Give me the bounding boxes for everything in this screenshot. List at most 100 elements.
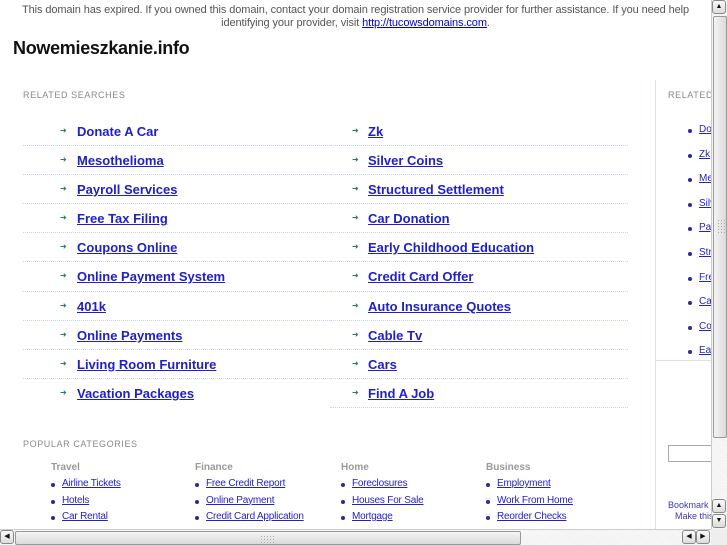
scroll-left-button-right[interactable]: ◀ [682,530,696,544]
scroll-down-button[interactable]: ▼ [712,514,726,528]
category-link[interactable]: Foreclosures [352,478,408,489]
related-search-link[interactable]: Coupons Online [77,240,177,255]
bullet-icon [688,178,692,183]
arrow-icon: ➜ [352,242,359,252]
bookmark-link[interactable]: Bookmark [668,499,709,511]
sidebar-link[interactable]: Mesothelioma [699,173,711,184]
tucows-link[interactable]: http://tucowsdomains.com [362,17,487,29]
related-search-link[interactable]: Vacation Packages [77,386,194,401]
bullet-icon [688,276,692,281]
arrow-icon: ➜ [60,155,67,165]
sidebar-link[interactable]: Coupons Online [699,321,711,332]
related-search-item: ➜ Cars [330,350,628,379]
related-search-link[interactable]: Zk [368,124,383,139]
related-search-link[interactable]: Find A Job [368,386,434,401]
scroll-left-button[interactable]: ◀ [0,530,14,544]
related-search-item: ➜ Silver Coins [330,146,628,176]
related-search-link[interactable]: Mesothelioma [77,153,164,168]
sidebar-link[interactable]: Free Tax Filing [699,272,711,283]
sidebar-item: Coupons Online [686,321,711,346]
bullet-icon [688,301,692,306]
scroll-up-button[interactable]: ▲ [712,0,726,14]
category-link[interactable]: Mortgage [352,511,393,522]
related-search-link[interactable]: Free Tax Filing [77,211,168,226]
related-search-link[interactable]: Car Donation [368,211,450,226]
category-item: Reorder Checks [486,511,626,528]
sidebar-link[interactable]: Donate A Car [699,124,711,135]
sidebar-item: Silver Coins [686,198,711,223]
related-search-item: ➜ Living Room Furniture [23,350,330,379]
bullet-icon [486,499,490,504]
related-search-link[interactable]: Cars [368,357,397,372]
bullet-icon [486,516,490,520]
arrow-icon: ➜ [60,184,67,194]
popular-categories-label: POPULAR CATEGORIES [23,439,138,449]
sidebar-item: Donate A Car [686,124,711,149]
bullet-icon [51,516,55,520]
bullet-icon [195,499,199,504]
sidebar: RELATED Donate A Car Zk Mesothelioma Silver… [656,80,711,529]
related-search-link[interactable]: Auto Insurance Quotes [368,299,511,314]
category-link[interactable]: Houses For Sale [352,495,424,506]
horizontal-scrollbar[interactable]: ◀ ◀ ▶ [0,529,711,545]
related-search-link[interactable]: Donate A Car [77,124,158,139]
category-link[interactable]: Online Payment [206,495,275,506]
related-search-link[interactable]: 401k [77,299,106,314]
category-item: Airline Tickets [51,478,191,495]
bullet-icon [688,325,692,330]
scroll-right-button[interactable]: ▶ [696,530,710,544]
sidebar-link[interactable]: Payroll Services [699,222,711,233]
arrow-icon: ➜ [60,387,67,397]
bullet-icon [341,499,345,504]
make-homepage-link[interactable]: Make this [675,511,711,521]
related-search-link[interactable]: Structured Settlement [368,182,504,197]
sidebar-item: Zk [686,149,711,174]
sidebar-link[interactable]: Car Donation [699,296,711,307]
related-search-link[interactable]: Online Payment System [77,269,225,284]
horizontal-scroll-thumb[interactable] [15,531,521,545]
page-viewport: This domain has expired. If you owned th… [0,0,711,529]
arrow-icon: ➜ [60,213,67,223]
related-search-link[interactable]: Cable Tv [368,328,422,343]
sidebar-link[interactable]: Structured Settlement [699,247,711,258]
category-link[interactable]: Employment [497,478,551,489]
category-link[interactable]: Car Rental [62,511,108,522]
category-link[interactable]: Work From Home [497,495,573,506]
related-search-item: ➜ Structured Settlement [330,175,628,205]
related-search-link[interactable]: Silver Coins [368,153,443,168]
sidebar-link[interactable]: Silver Coins [699,198,711,209]
sidebar-item: Mesothelioma [686,173,711,198]
category-item: Online Payment [195,495,335,512]
related-search-item: ➜ Credit Card Offer [330,262,628,292]
bullet-icon [51,499,55,504]
category-item: Car Rental [51,511,191,528]
related-search-link[interactable]: Online Payments [77,328,182,343]
arrow-icon: ➜ [60,358,67,368]
sidebar-search-input[interactable] [668,445,711,462]
related-search-link[interactable]: Early Childhood Education [368,240,534,255]
category-item: Work From Home [486,495,626,512]
category-link[interactable]: Reorder Checks [497,511,567,522]
sidebar-link[interactable]: Early Childhood Education [699,345,711,356]
related-search-item: ➜ Auto Insurance Quotes [330,292,628,321]
related-search-link[interactable]: Living Room Furniture [77,357,216,372]
arrow-icon: ➜ [352,184,359,194]
vertical-scroll-thumb[interactable] [713,16,727,438]
arrow-icon: ➜ [352,300,359,310]
scroll-up-button-bottom[interactable]: ▲ [712,499,726,513]
vertical-scrollbar[interactable]: ▲ ▲ ▼ [711,0,727,529]
scrollbar-corner [711,529,727,545]
arrow-icon: ➜ [352,155,359,165]
category-item: Free Credit Report [195,478,335,495]
sidebar-link[interactable]: Zk [699,149,710,160]
related-search-link[interactable]: Credit Card Offer [368,269,473,284]
related-search-item: ➜ Zk [330,117,628,147]
site-title: Nowemieszkanie.info [13,38,190,58]
category-link[interactable]: Hotels [62,495,89,506]
related-search-link[interactable]: Payroll Services [77,182,177,197]
category-link[interactable]: Credit Card Application [206,511,304,522]
bullet-icon [688,153,692,158]
sidebar-label: RELATED [668,90,711,100]
category-link[interactable]: Airline Tickets [62,478,121,489]
category-link[interactable]: Free Credit Report [206,478,285,489]
